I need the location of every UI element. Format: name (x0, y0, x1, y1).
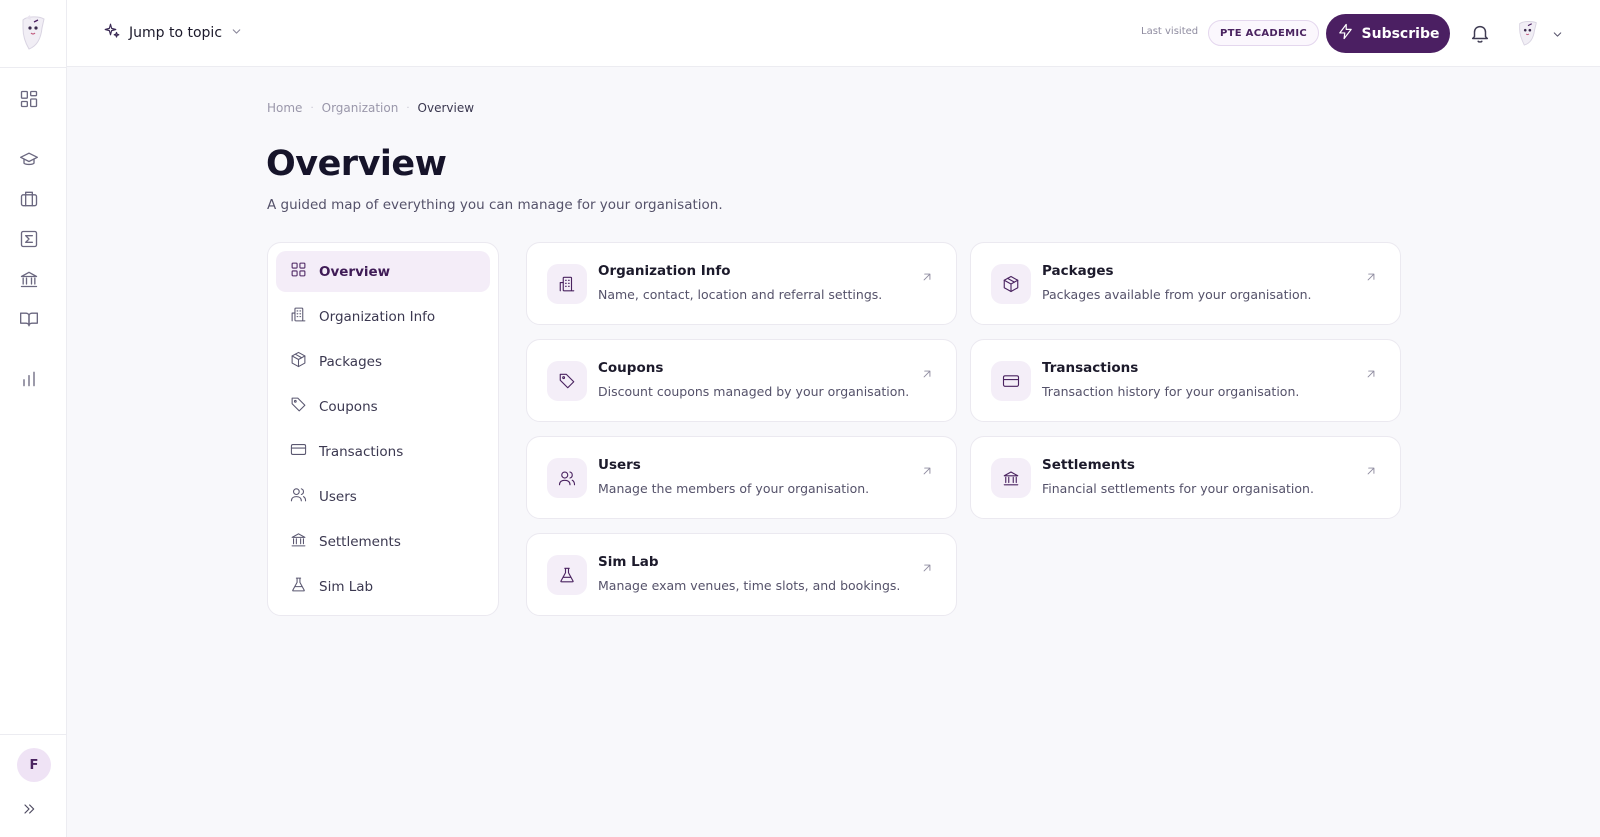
breadcrumb-organization[interactable]: Organization (322, 101, 399, 115)
menu-item-packages[interactable]: Packages (276, 341, 490, 382)
left-rail: F (0, 0, 67, 837)
card-title: Transactions (1042, 360, 1139, 376)
credit-card-icon (290, 441, 307, 462)
users-icon (547, 458, 587, 498)
page-subtitle: A guided map of everything you can manag… (267, 197, 723, 213)
card-settlements[interactable]: Settlements Financial settlements for yo… (970, 436, 1401, 519)
subscribe-button[interactable]: Subscribe (1326, 14, 1450, 53)
user-avatar-icon (1515, 18, 1541, 52)
user-menu[interactable] (1515, 18, 1564, 52)
arrow-up-right-icon (920, 269, 934, 283)
users-icon (290, 486, 307, 507)
grid-icon (290, 261, 307, 282)
card-description: Discount coupons managed by your organis… (598, 384, 910, 399)
notifications-bell-icon[interactable] (1469, 22, 1491, 44)
tag-icon (547, 361, 587, 401)
page-title: Overview (266, 144, 447, 184)
expand-sidebar-icon[interactable] (19, 799, 39, 819)
menu-item-transactions[interactable]: Transactions (276, 431, 490, 472)
menu-item-users[interactable]: Users (276, 476, 490, 517)
last-visited-label: Last visited (1141, 26, 1199, 37)
card-title: Settlements (1042, 457, 1135, 473)
menu-item-label: Settlements (319, 533, 401, 550)
briefcase-icon[interactable] (18, 188, 40, 210)
card-coupons[interactable]: Coupons Discount coupons managed by your… (526, 339, 957, 422)
menu-item-settlements[interactable]: Settlements (276, 521, 490, 562)
menu-item-label: Transactions (319, 443, 404, 460)
jump-to-topic-label: Jump to topic (129, 25, 223, 41)
user-avatar[interactable]: F (17, 748, 51, 782)
breadcrumb: Home · Organization · Overview (267, 101, 474, 115)
menu-item-label: Sim Lab (319, 578, 374, 595)
card-description: Financial settlements for your organisat… (1042, 481, 1314, 496)
flask-icon (547, 555, 587, 595)
card-sim-lab[interactable]: Sim Lab Manage exam venues, time slots, … (526, 533, 957, 616)
card-title: Organization Info (598, 263, 731, 279)
arrow-up-right-icon (1364, 269, 1378, 283)
building-icon (547, 264, 587, 304)
arrow-up-right-icon (920, 463, 934, 477)
bank-icon (290, 531, 307, 552)
card-title: Sim Lab (598, 554, 659, 570)
card-title: Users (598, 457, 641, 473)
rail-divider (0, 734, 67, 735)
card-users[interactable]: Users Manage the members of your organis… (526, 436, 957, 519)
last-visited-course-badge[interactable]: PTE ACADEMIC (1208, 20, 1320, 46)
section-menu: Overview Organization Info Packages Coup… (267, 242, 499, 616)
bank-icon (991, 458, 1031, 498)
breadcrumb-separator: · (406, 102, 410, 114)
menu-item-overview[interactable]: Overview (276, 251, 490, 292)
book-icon[interactable] (18, 308, 40, 330)
jump-to-topic-button[interactable]: Jump to topic (103, 22, 243, 44)
card-description: Manage the members of your organisation. (598, 481, 870, 496)
card-description: Name, contact, location and referral set… (598, 287, 883, 302)
package-icon (290, 351, 307, 372)
credit-card-icon (991, 361, 1031, 401)
arrow-up-right-icon (920, 560, 934, 574)
arrow-up-right-icon (1364, 463, 1378, 477)
card-description: Transaction history for your organisatio… (1042, 384, 1300, 399)
breadcrumb-home[interactable]: Home (267, 101, 302, 115)
card-title: Coupons (598, 360, 664, 376)
subscribe-label: Subscribe (1361, 25, 1440, 42)
graduation-cap-icon[interactable] (18, 148, 40, 170)
menu-item-label: Coupons (319, 398, 378, 415)
flask-icon (290, 576, 307, 597)
chevron-down-icon (1551, 26, 1564, 45)
building-icon (290, 306, 307, 327)
breadcrumb-current: Overview (417, 101, 475, 115)
bank-icon[interactable] (18, 268, 40, 290)
dashboard-icon[interactable] (18, 88, 40, 110)
menu-item-label: Packages (319, 353, 382, 370)
menu-item-label: Organization Info (319, 308, 436, 325)
menu-item-label: Overview (319, 263, 391, 280)
chevron-down-icon (230, 25, 243, 42)
menu-item-organization-info[interactable]: Organization Info (276, 296, 490, 337)
breadcrumb-separator: · (310, 102, 314, 114)
menu-item-sim-lab[interactable]: Sim Lab (276, 566, 490, 607)
card-description: Packages available from your organisatio… (1042, 287, 1312, 302)
menu-item-label: Users (319, 488, 357, 505)
menu-item-coupons[interactable]: Coupons (276, 386, 490, 427)
arrow-up-right-icon (1364, 366, 1378, 380)
card-title: Packages (1042, 263, 1114, 279)
card-description: Manage exam venues, time slots, and book… (598, 578, 901, 593)
card-organization-info[interactable]: Organization Info Name, contact, locatio… (526, 242, 957, 325)
top-bar: Jump to topic Last visited PTE ACADEMIC … (67, 0, 1600, 67)
rail-divider (0, 67, 67, 68)
package-icon (991, 264, 1031, 304)
card-transactions[interactable]: Transactions Transaction history for you… (970, 339, 1401, 422)
tag-icon (290, 396, 307, 417)
bar-chart-icon[interactable] (18, 368, 40, 390)
sigma-icon[interactable] (18, 228, 40, 250)
arrow-up-right-icon (920, 366, 934, 380)
card-packages[interactable]: Packages Packages available from your or… (970, 242, 1401, 325)
sparkle-icon (103, 22, 121, 44)
app-logo[interactable] (17, 14, 49, 52)
lightning-icon (1337, 23, 1354, 44)
